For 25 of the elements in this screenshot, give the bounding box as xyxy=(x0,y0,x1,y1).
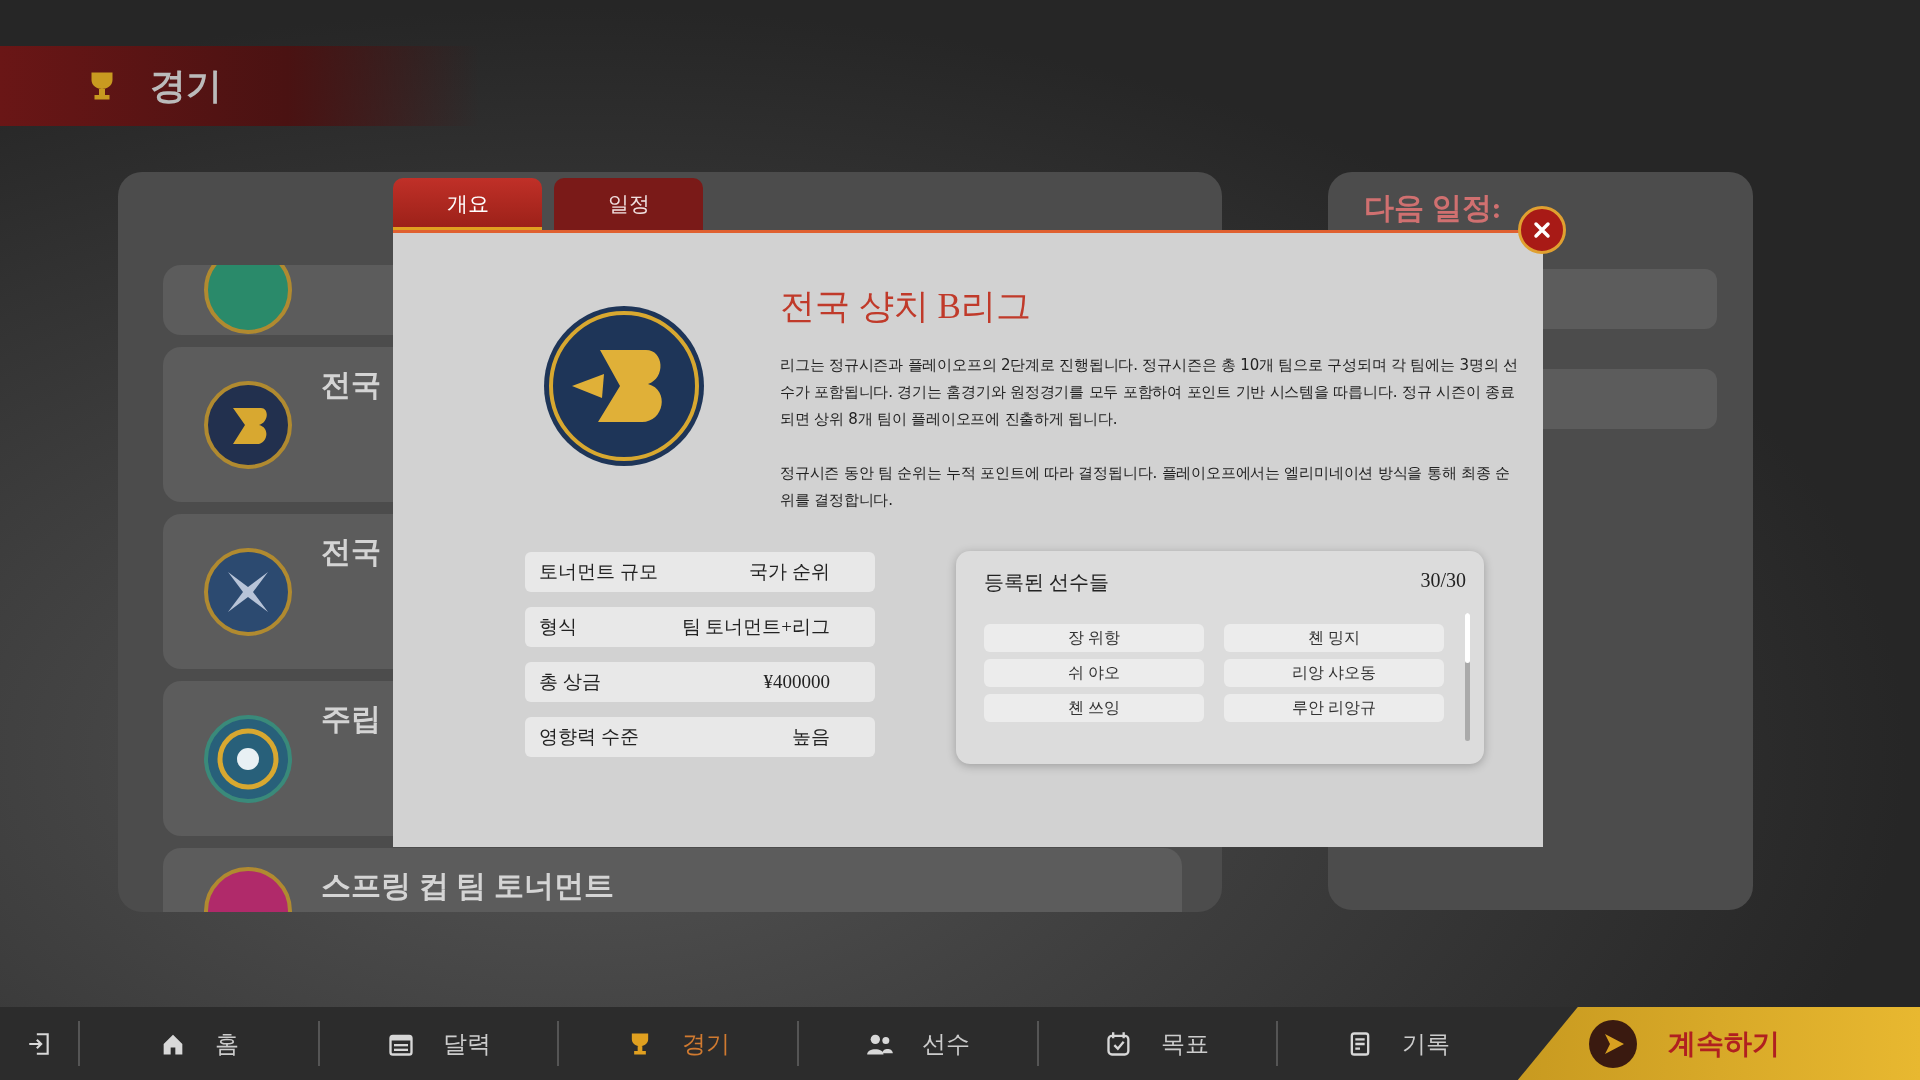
player-name: 쳰 쓰잉 xyxy=(984,694,1204,722)
player-name: 장 위항 xyxy=(984,624,1204,652)
player-name: 루안 리앙규 xyxy=(1224,694,1444,722)
tournament-title: 전국 샹치 B리그 xyxy=(780,286,1032,328)
tournament-name: 스프링 컵 팀 토너먼트 xyxy=(321,868,614,904)
info-value: ¥400000 xyxy=(763,671,830,693)
description-paragraph: 정규시즌 동안 팀 순위는 누적 포인트에 따라 결정됩니다. 플레이오프에서는 엘리미네이션 방식을 통해 최종 순위를 결정합니다. xyxy=(780,463,1511,511)
tournament-name: 주립 xyxy=(321,701,381,737)
schedule-title: 다음 일정: xyxy=(1364,190,1502,226)
info-value: 국가 순위 xyxy=(749,560,830,584)
info-label: 총 상금 xyxy=(539,670,601,694)
tournament-name: 전국 xyxy=(321,367,381,403)
info-label: 토너먼트 규모 xyxy=(539,560,658,584)
info-value: 팀 토너먼트+리그 xyxy=(681,615,830,639)
player-name: 쉬 야오 xyxy=(984,659,1204,687)
description-paragraph: 리그는 정규시즌과 플레이오프의 2단계로 진행됩니다. 정규시즌은 총 10개 팀으로 구성되며 각 팀에는 3명의 선수가 포함됩니다. 경기는 홈경기와 원정경기를 모두 포함하여 포인트 기반 시스템을 따릅니다. 정규 시즌이 종료되면 상위 8개 팀이 플레이오프에 진출하게 됩니다. xyxy=(780,355,1519,430)
player-name: 리앙 샤오동 xyxy=(1224,659,1444,687)
players-count: 30/30 xyxy=(1420,569,1466,593)
players-title: 등록된 선수들 xyxy=(984,570,1109,595)
info-label: 영향력 수준 xyxy=(539,725,639,749)
page-title: 경기 xyxy=(150,64,222,108)
tournament-name: 전국 xyxy=(321,534,381,570)
info-label: 형식 xyxy=(539,615,577,639)
info-value: 높음 xyxy=(792,725,830,749)
player-name: 쳰 밍지 xyxy=(1224,624,1444,652)
